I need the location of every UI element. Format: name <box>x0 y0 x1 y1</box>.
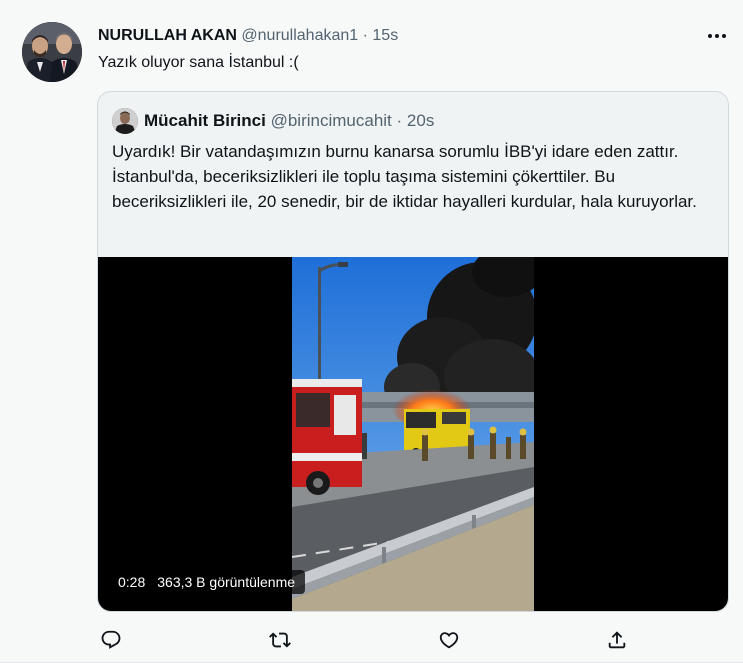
quoted-tweet-text: Uyardık! Bir vatandaşımızın burnu kanars… <box>112 142 697 211</box>
video-thumbnail <box>292 257 534 611</box>
separator-dot: · <box>362 27 368 44</box>
reply-button[interactable] <box>98 627 124 653</box>
tweet-actions <box>98 627 638 653</box>
video-player[interactable]: 0:28 363,3 B görüntülenme <box>98 257 728 611</box>
reply-icon <box>101 630 121 649</box>
avatar-photo <box>22 22 82 82</box>
author-avatar[interactable] <box>22 22 82 82</box>
tweet-header: NURULLAH AKAN @nurullahakan1 · 15s <box>98 26 398 46</box>
quoted-tweet-timestamp[interactable]: 20s <box>407 111 434 130</box>
share-button[interactable] <box>604 627 630 653</box>
quoted-separator-dot: · <box>396 111 403 130</box>
video-frame <box>292 257 534 611</box>
more-options-button[interactable] <box>705 26 729 46</box>
quoted-tweet-header: Mücahit Birinci @birincimucahit · 20s <box>144 110 434 132</box>
tweet-timestamp[interactable]: 15s <box>372 27 398 44</box>
retweet-button[interactable] <box>267 627 293 653</box>
tweet[interactable]: NURULLAH AKAN @nurullahakan1 · 15s Yazık… <box>0 0 743 663</box>
quoted-tweet[interactable]: Mücahit Birinci @birincimucahit · 20s Uy… <box>97 91 729 612</box>
video-view-count: 363,3 B görüntülenme <box>157 574 296 590</box>
heart-icon <box>439 632 459 649</box>
video-info-overlay: 0:28 363,3 B görüntülenme <box>108 570 306 594</box>
tweet-text: Yazık oluyor sana İstanbul :( <box>98 54 299 71</box>
author-display-name[interactable]: NURULLAH AKAN <box>98 27 237 44</box>
quoted-author-avatar[interactable] <box>112 108 138 134</box>
quoted-author-handle[interactable]: @birincimucahit <box>271 111 392 130</box>
more-icon <box>708 34 726 38</box>
quoted-author-display-name[interactable]: Mücahit Birinci <box>144 111 266 130</box>
retweet-icon <box>269 632 291 648</box>
video-duration: 0:28 <box>118 574 146 590</box>
quoted-avatar-photo <box>112 108 138 134</box>
like-button[interactable] <box>436 627 462 653</box>
author-handle[interactable]: @nurullahakan1 <box>241 27 358 44</box>
share-icon <box>608 631 626 649</box>
